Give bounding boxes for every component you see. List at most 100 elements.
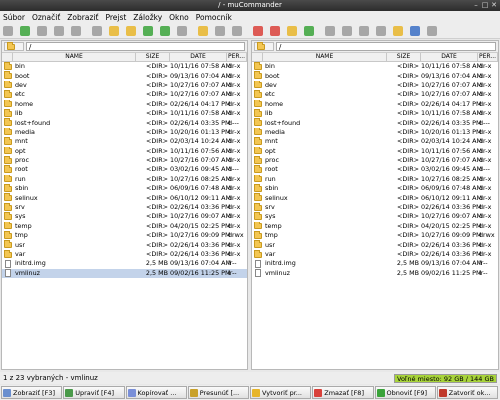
free-space-indicator[interactable]: Voľné miesto: 92 GB / 144 GB bbox=[394, 373, 497, 383]
sort-icon[interactable] bbox=[376, 25, 386, 36]
left-location-input[interactable] bbox=[26, 42, 245, 51]
icon-column-header[interactable] bbox=[252, 53, 263, 61]
file-row[interactable]: opt <DIR> 10/11/16 07:56 AM dr-x bbox=[252, 146, 498, 156]
file-row[interactable]: home <DIR> 02/26/14 04:17 PM dr-x bbox=[2, 99, 247, 109]
menu-bookmarks[interactable]: Záložky bbox=[133, 13, 162, 22]
file-row[interactable]: vmlinuz 2,5 MB 09/02/16 11:25 PM lr-- bbox=[2, 268, 247, 278]
keys-icon[interactable] bbox=[393, 25, 403, 36]
file-row[interactable]: srv <DIR> 02/26/14 03:36 PM dr-x bbox=[252, 202, 498, 212]
file-row[interactable]: opt <DIR> 10/11/16 07:56 AM dr-x bbox=[2, 146, 247, 156]
edit-credentials-icon[interactable] bbox=[287, 25, 297, 36]
date-column-header[interactable]: DATE bbox=[170, 53, 227, 61]
swap-panels-icon[interactable] bbox=[143, 25, 153, 36]
connect-server-icon[interactable] bbox=[304, 25, 314, 36]
sync-icon[interactable] bbox=[160, 25, 170, 36]
edit-command-button[interactable]: Upraviť [F4] bbox=[63, 386, 125, 399]
reveal-icon[interactable] bbox=[359, 25, 369, 36]
file-row[interactable]: selinux <DIR> 06/10/12 09:11 AM dr-x bbox=[2, 193, 247, 202]
file-row[interactable]: mnt <DIR> 02/03/14 10:24 AM dr-x bbox=[252, 137, 498, 146]
refresh-command-button[interactable]: Obnoviť [F9] bbox=[374, 386, 436, 399]
new-folder-icon[interactable] bbox=[198, 25, 208, 36]
new-window-icon[interactable] bbox=[3, 25, 13, 36]
compare-icon[interactable] bbox=[177, 25, 187, 36]
icon-column-header[interactable] bbox=[2, 53, 13, 61]
close-window-command-button[interactable]: Zatvoriť ok... bbox=[436, 386, 498, 399]
file-row[interactable]: sbin <DIR> 06/09/16 07:48 AM dr-x bbox=[2, 184, 247, 193]
pack-icon[interactable] bbox=[215, 25, 225, 36]
size-column-header[interactable]: SIZE bbox=[387, 53, 421, 61]
back-icon[interactable] bbox=[20, 25, 30, 36]
file-row[interactable]: initrd.img 2,5 MB 09/13/16 07:04 AM lr-- bbox=[252, 259, 498, 268]
mkdir-command-button[interactable]: Vytvoriť pr... bbox=[250, 386, 312, 399]
file-row[interactable]: run <DIR> 10/27/16 08:25 AM dr-x bbox=[252, 174, 498, 184]
file-row[interactable]: usr <DIR> 02/26/14 03:36 PM dr-x bbox=[252, 240, 498, 249]
file-row[interactable]: bin <DIR> 10/11/16 07:58 AM dr-x bbox=[2, 62, 247, 71]
home-icon[interactable] bbox=[71, 25, 81, 36]
unpack-icon[interactable] bbox=[232, 25, 242, 36]
file-row[interactable]: mnt <DIR> 02/03/14 10:24 AM dr-x bbox=[2, 137, 247, 146]
info-icon[interactable] bbox=[410, 25, 420, 36]
menu-go[interactable]: Prejst bbox=[105, 13, 126, 22]
bookmark-edit-icon[interactable] bbox=[270, 25, 280, 36]
terminal-icon[interactable] bbox=[342, 25, 352, 36]
menu-help[interactable]: Pomocník bbox=[196, 13, 232, 22]
file-row[interactable]: var <DIR> 02/26/14 03:36 PM dr-x bbox=[252, 249, 498, 259]
file-row[interactable]: boot <DIR> 09/13/16 07:04 AM dr-x bbox=[252, 71, 498, 80]
copy-command-button[interactable]: Kopírovať ... bbox=[125, 386, 187, 399]
permissions-column-header[interactable]: PER... bbox=[227, 53, 247, 61]
size-column-header[interactable]: SIZE bbox=[136, 53, 170, 61]
name-column-header[interactable]: NAME bbox=[13, 53, 136, 61]
file-row[interactable]: tmp <DIR> 10/27/16 09:09 PM drwx bbox=[2, 231, 247, 240]
maximize-icon[interactable]: □ bbox=[481, 2, 489, 9]
file-row[interactable]: root <DIR> 03/02/16 09:45 AM d--- bbox=[2, 165, 247, 174]
minimize-icon[interactable]: – bbox=[472, 2, 480, 9]
menu-view[interactable]: Zobraziť bbox=[67, 13, 98, 22]
show-hidden-icon[interactable] bbox=[325, 25, 335, 36]
file-row[interactable]: sbin <DIR> 06/09/16 07:48 AM dr-x bbox=[252, 184, 498, 193]
bookmark-add-icon[interactable] bbox=[253, 25, 263, 36]
file-row[interactable]: proc <DIR> 10/27/16 07:07 AM dr-x bbox=[252, 155, 498, 165]
menu-mark[interactable]: Označiť bbox=[32, 13, 60, 22]
file-row[interactable]: media <DIR> 10/20/16 01:13 PM dr-x bbox=[2, 127, 247, 137]
file-row[interactable]: lost+found <DIR> 02/26/14 03:35 PM d--- bbox=[2, 118, 247, 127]
file-row[interactable]: lib <DIR> 10/11/16 07:58 AM dr-x bbox=[2, 108, 247, 118]
file-row[interactable]: etc <DIR> 10/27/16 07:07 AM dr-x bbox=[252, 90, 498, 99]
unmark-icon[interactable] bbox=[126, 25, 136, 36]
name-column-header[interactable]: NAME bbox=[263, 53, 387, 61]
refresh-icon[interactable] bbox=[92, 25, 102, 36]
file-row[interactable]: sys <DIR> 10/27/16 09:07 AM dr-x bbox=[252, 212, 498, 221]
menu-window[interactable]: Okno bbox=[169, 13, 189, 22]
file-row[interactable]: vmlinuz 2,5 MB 09/02/16 11:25 PM lr-- bbox=[252, 269, 498, 278]
close-icon[interactable]: ✕ bbox=[490, 2, 498, 9]
permissions-column-header[interactable]: PER... bbox=[478, 53, 498, 61]
file-row[interactable]: usr <DIR> 02/26/14 03:36 PM dr-x bbox=[2, 240, 247, 249]
file-row[interactable]: sys <DIR> 10/27/16 09:07 AM dr-x bbox=[2, 212, 247, 221]
file-row[interactable]: initrd.img 2,5 MB 09/13/16 07:04 AM lr-- bbox=[2, 259, 247, 268]
settings-icon[interactable] bbox=[427, 25, 437, 36]
parent-folder-icon[interactable] bbox=[54, 25, 64, 36]
file-row[interactable]: var <DIR> 02/26/14 03:36 PM dr-x bbox=[2, 249, 247, 259]
mark-icon[interactable] bbox=[109, 25, 119, 36]
view-command-button[interactable]: Zobraziť [F3] bbox=[1, 386, 63, 399]
right-drive-button[interactable] bbox=[254, 41, 274, 51]
left-drive-button[interactable] bbox=[4, 41, 24, 51]
file-row[interactable]: srv <DIR> 02/26/14 03:36 PM dr-x bbox=[2, 202, 247, 212]
file-row[interactable]: dev <DIR> 10/27/16 07:07 AM dr-x bbox=[2, 80, 247, 90]
move-command-button[interactable]: Presunúť [... bbox=[187, 386, 249, 399]
file-row[interactable]: media <DIR> 10/20/16 01:13 PM dr-x bbox=[252, 127, 498, 137]
file-row[interactable]: boot <DIR> 09/13/16 07:04 AM dr-x bbox=[2, 71, 247, 80]
file-row[interactable]: lib <DIR> 10/11/16 07:58 AM dr-x bbox=[252, 108, 498, 118]
delete-command-button[interactable]: Zmazať [F8] bbox=[312, 386, 374, 399]
forward-icon[interactable] bbox=[37, 25, 47, 36]
file-row[interactable]: lost+found <DIR> 02/26/14 03:35 PM d--- bbox=[252, 118, 498, 127]
file-row[interactable]: run <DIR> 10/27/16 08:25 AM dr-x bbox=[2, 174, 247, 184]
menu-file[interactable]: Súbor bbox=[3, 13, 25, 22]
file-row[interactable]: root <DIR> 03/02/16 09:45 AM d--- bbox=[252, 165, 498, 174]
date-column-header[interactable]: DATE bbox=[421, 53, 478, 61]
right-location-input[interactable] bbox=[276, 42, 496, 51]
file-row[interactable]: dev <DIR> 10/27/16 07:07 AM dr-x bbox=[252, 80, 498, 90]
file-row[interactable]: etc <DIR> 10/27/16 07:07 AM dr-x bbox=[2, 90, 247, 99]
file-row[interactable]: bin <DIR> 10/11/16 07:58 AM dr-x bbox=[252, 62, 498, 71]
file-row[interactable]: tmp <DIR> 10/27/16 09:09 PM drwx bbox=[252, 231, 498, 240]
file-row[interactable]: home <DIR> 02/26/14 04:17 PM dr-x bbox=[252, 99, 498, 109]
